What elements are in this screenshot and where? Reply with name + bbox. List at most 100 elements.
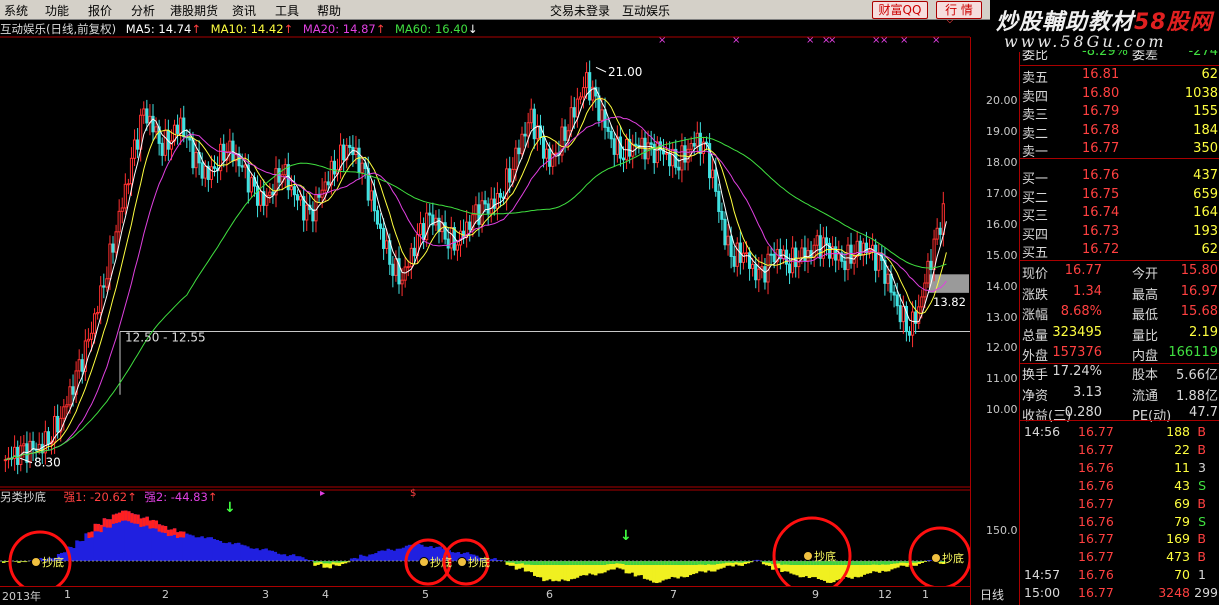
ind-axis-tick: 150.0 (986, 524, 1018, 537)
price-tick: 19.00 (986, 125, 1018, 139)
quote-button[interactable]: 行 情 (936, 1, 982, 19)
candle-up (655, 141, 659, 164)
menu-function[interactable]: 功能 (45, 2, 69, 19)
bid-volume: 437 (1193, 168, 1218, 183)
candlestick-chart[interactable]: 21.008.3012.50 - 12.5513.82 -×××××××××◇ (0, 20, 970, 488)
ind-bar-negative-top (713, 561, 717, 565)
candle-down (378, 223, 383, 229)
stat-label: 净资 (1022, 388, 1049, 404)
ask-row[interactable]: 卖四 16.80 1038 (1020, 85, 1219, 105)
period-daily-tab[interactable]: 日线 (980, 586, 1004, 603)
candle-down (56, 415, 60, 433)
candle-up (514, 147, 518, 170)
ind-bar-top (139, 518, 143, 527)
ind-bar-negative-top (642, 561, 647, 565)
candle-up (600, 109, 604, 121)
ind-bar-negative-top (597, 561, 601, 565)
stat-value: 1.34 (1073, 283, 1102, 299)
ind-bar-positive (291, 554, 296, 561)
x-label: 7 (670, 588, 677, 601)
candle-down (145, 108, 149, 124)
tick-price: 16.77 (1078, 531, 1114, 547)
ind-bar-negative-top (688, 561, 693, 565)
ind-bar-positive (249, 548, 253, 561)
candle-down (606, 126, 610, 132)
ind-bar-top (160, 525, 165, 533)
candle-up (575, 98, 579, 118)
ind-bar-positive (191, 535, 195, 561)
bid-row[interactable]: 买二 16.75 659 (1020, 187, 1219, 206)
tick-volume: 22 (1174, 441, 1190, 457)
stat-label: 收益(三) (1022, 409, 1072, 424)
tick-row: 16.76 11 3 (1020, 460, 1219, 478)
candle-down (907, 331, 912, 336)
stat-value: 166119 (1168, 345, 1218, 360)
candle-up (520, 133, 524, 155)
tick-time: 14:57 (1024, 567, 1061, 583)
ind-bar-positive (365, 556, 369, 561)
ask-row[interactable]: 卖五 16.81 62 (1020, 67, 1219, 86)
ind-bar-negative-top (691, 561, 696, 565)
ind-bar-negative-top (645, 561, 650, 565)
candle-up (385, 240, 389, 249)
menu-help[interactable]: 帮助 (317, 2, 341, 19)
ind-bar-positive (255, 548, 259, 561)
candle-up (142, 108, 146, 116)
bid-row[interactable]: 买四 16.73 193 (1020, 224, 1219, 243)
price-tick: 20.00 (986, 94, 1018, 108)
menu-system[interactable]: 系统 (4, 2, 28, 19)
ma60-line (5, 136, 947, 461)
login-status[interactable]: 交易未登录 (550, 2, 610, 19)
candle-down (188, 136, 192, 141)
menu-hk-futures[interactable]: 港股期货 (170, 2, 218, 19)
stat-value: 1.88亿 (1176, 388, 1218, 404)
bid-row[interactable]: 买五 16.72 62 (1020, 242, 1219, 261)
ind-bar-top (124, 510, 128, 521)
ind-bar-negative-top (603, 561, 607, 565)
buy-signal-arrow-icon: ↓ (620, 528, 632, 544)
ind-bar-negative-top (569, 561, 574, 565)
stat-label: 今开 (1132, 267, 1159, 282)
date-axis: 2013年 1 2 3 4 5 6 7 9 12 1 (0, 586, 970, 605)
ask-row[interactable]: 卖二 16.78 184 (1020, 123, 1219, 142)
menu-quote[interactable]: 报价 (88, 2, 112, 19)
candle-up (154, 126, 158, 133)
x-label: 9 (812, 588, 819, 601)
menu-tools[interactable]: 工具 (275, 2, 299, 19)
ask-row[interactable]: 卖三 16.79 155 (1020, 104, 1219, 123)
money-bag-icon (931, 553, 941, 563)
candle-up (689, 143, 693, 150)
ask-volume: 1038 (1184, 85, 1218, 101)
candle-down (563, 126, 567, 141)
candle-down (80, 359, 84, 372)
menu-news[interactable]: 资讯 (232, 2, 256, 19)
ind-bar-negative-top (871, 561, 876, 565)
x-label: 2 (162, 588, 169, 601)
candle-up (551, 153, 555, 167)
ind-bar-positive (84, 533, 88, 561)
stat-value: 157376 (1052, 345, 1102, 360)
candle-down (492, 198, 496, 209)
caifu-qq-button[interactable]: 财富QQ (872, 1, 928, 19)
ind-bar-negative-top (780, 561, 784, 565)
candle-up (268, 191, 272, 196)
candle-up (132, 139, 137, 159)
candle-down (428, 212, 432, 216)
candle-up (920, 296, 924, 308)
ind-bar-negative-top (523, 561, 528, 565)
ind-bar-negative-top (624, 561, 629, 565)
candle-down (548, 148, 552, 167)
candle-up (495, 192, 499, 209)
bid-row[interactable]: 买一 16.76 437 (1020, 168, 1219, 187)
candle-down (446, 238, 450, 249)
tick-volume: 70 (1174, 567, 1190, 583)
menu-analysis[interactable]: 分析 (131, 2, 155, 19)
ind-bar-negative-top (700, 561, 705, 565)
price-tick: 14.00 (986, 279, 1018, 293)
ind-bar-top (182, 531, 186, 538)
ask-row[interactable]: 卖一 16.77 350 (1020, 141, 1219, 160)
indicator-chart[interactable]: ↓ ↓ 抄底 抄底 抄底 抄底 抄底 ▸ $ (0, 488, 970, 586)
ind-bar-top (136, 514, 140, 524)
bid-row[interactable]: 买三 16.74 164 (1020, 205, 1219, 224)
candle-down (295, 194, 300, 201)
